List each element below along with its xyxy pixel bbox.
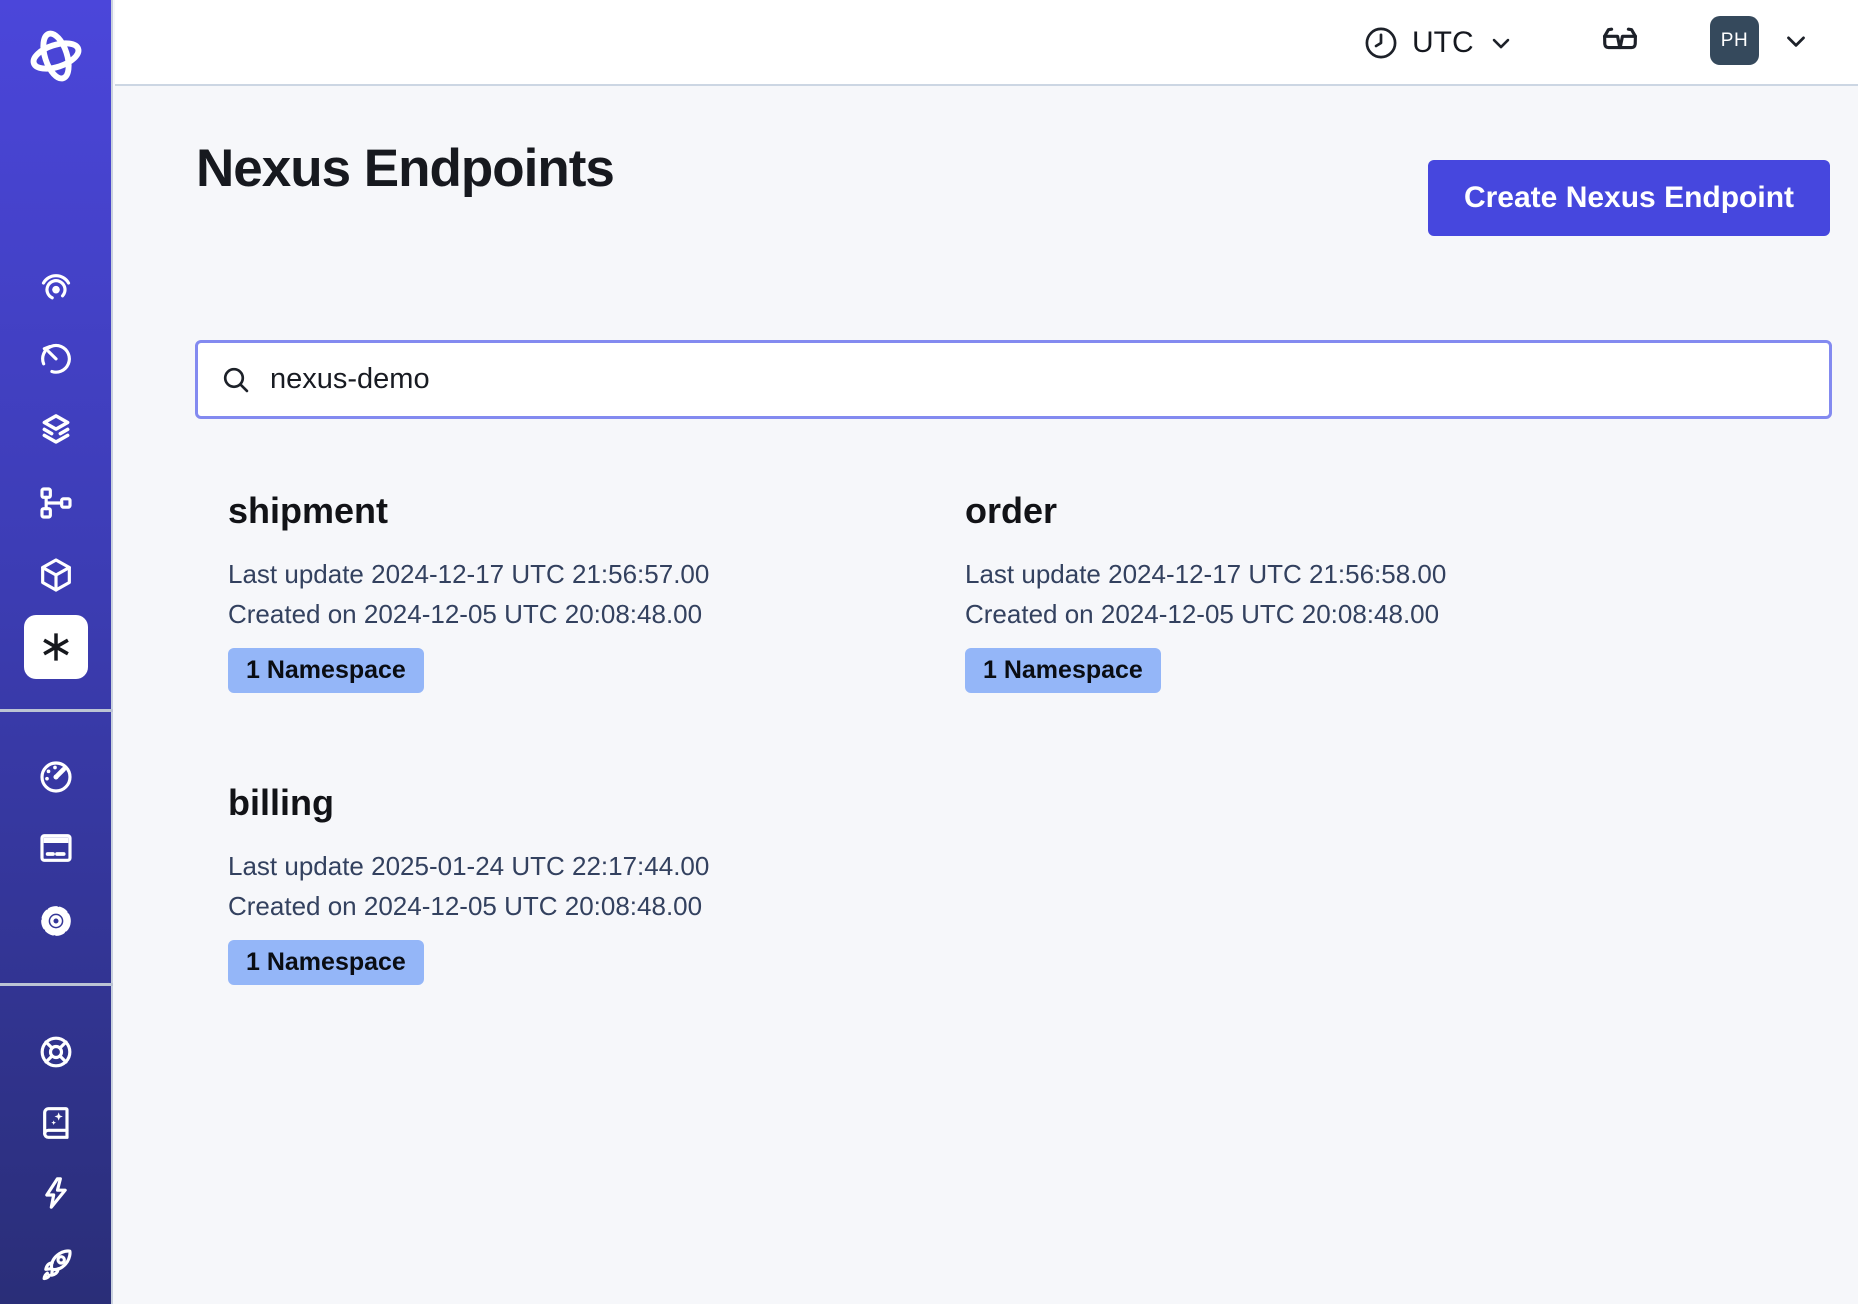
sidebar [0,0,113,1304]
sidebar-item-support[interactable] [24,1020,88,1084]
endpoint-created: Created on 2024-12-05 UTC 20:08:48.00 [228,886,965,926]
chevron-down-icon [1781,26,1811,56]
user-menu[interactable]: PH [1710,16,1811,65]
sidebar-item-whats-new[interactable] [24,1161,88,1225]
sidebar-divider [0,709,113,712]
endpoint-created: Created on 2024-12-05 UTC 20:08:48.00 [228,594,965,634]
gauge-icon [36,757,76,797]
search-icon [220,364,252,396]
namespace-badge: 1 Namespace [965,648,1161,693]
endpoint-last-update: Last update 2024-12-17 UTC 21:56:58.00 [965,554,1708,594]
cube-icon [36,555,76,595]
endpoint-name[interactable]: shipment [228,489,965,533]
endpoint-last-update: Last update 2025-01-24 UTC 22:17:44.00 [228,846,965,886]
timezone-select[interactable]: UTC [1363,18,1515,68]
create-nexus-endpoint-button[interactable]: Create Nexus Endpoint [1428,160,1830,236]
endpoint-search [195,340,1832,419]
sidebar-item-billing[interactable] [24,816,88,880]
endpoint-name[interactable]: billing [228,781,965,825]
temporal-logo[interactable] [0,24,111,88]
endpoint-card-shipment[interactable]: shipment Last update 2024-12-17 UTC 21:5… [228,489,965,693]
search-input[interactable] [268,362,1807,397]
endpoint-last-update: Last update 2024-12-17 UTC 21:56:57.00 [228,554,965,594]
endpoint-created: Created on 2024-12-05 UTC 20:08:48.00 [965,594,1708,634]
lifebuoy-icon [36,1032,76,1072]
app-window: UTC PH Nexus Endpoints Create Nexus Endp… [0,0,1858,1304]
timezone-label: UTC [1412,26,1474,60]
sidebar-item-namespaces[interactable] [24,398,88,462]
invoice-icon [36,828,76,868]
endpoint-name[interactable]: order [965,489,1708,533]
clock-icon [1363,25,1399,61]
sidebar-item-batch-operations[interactable] [24,471,88,535]
endpoint-card-billing[interactable]: billing Last update 2025-01-24 UTC 22:17… [228,781,965,985]
lightning-icon [36,1173,76,1213]
glasses-icon [1596,22,1644,64]
sidebar-item-nexus[interactable] [24,615,88,679]
labs-mode-button[interactable] [1594,20,1646,66]
sidebar-item-docs[interactable] [24,1091,88,1155]
layers-icon [36,410,76,450]
page-title: Nexus Endpoints [196,138,614,199]
endpoint-list: shipment Last update 2024-12-17 UTC 21:5… [228,489,1708,985]
sidebar-item-settings[interactable] [24,889,88,953]
avatar: PH [1710,16,1759,65]
sidebar-item-schedules[interactable] [24,326,88,390]
timer-icon [36,338,76,378]
cyclone-icon [36,268,76,308]
sidebar-item-getting-started[interactable] [24,1233,88,1297]
namespace-badge: 1 Namespace [228,648,424,693]
gear-icon [36,901,76,941]
sidebar-item-usage[interactable] [24,745,88,809]
flowchart-icon [36,483,76,523]
namespace-badge: 1 Namespace [228,940,424,985]
sidebar-item-deployments[interactable] [24,543,88,607]
asterisk-nexus-icon [35,626,77,668]
chevron-down-icon [1487,29,1515,57]
avatar-initials: PH [1721,30,1748,52]
sidebar-item-workflows[interactable] [24,256,88,320]
sidebar-divider [0,983,113,986]
book-sparkles-icon [36,1103,76,1143]
endpoint-card-order[interactable]: order Last update 2024-12-17 UTC 21:56:5… [965,489,1708,693]
rocket-icon [36,1245,76,1285]
